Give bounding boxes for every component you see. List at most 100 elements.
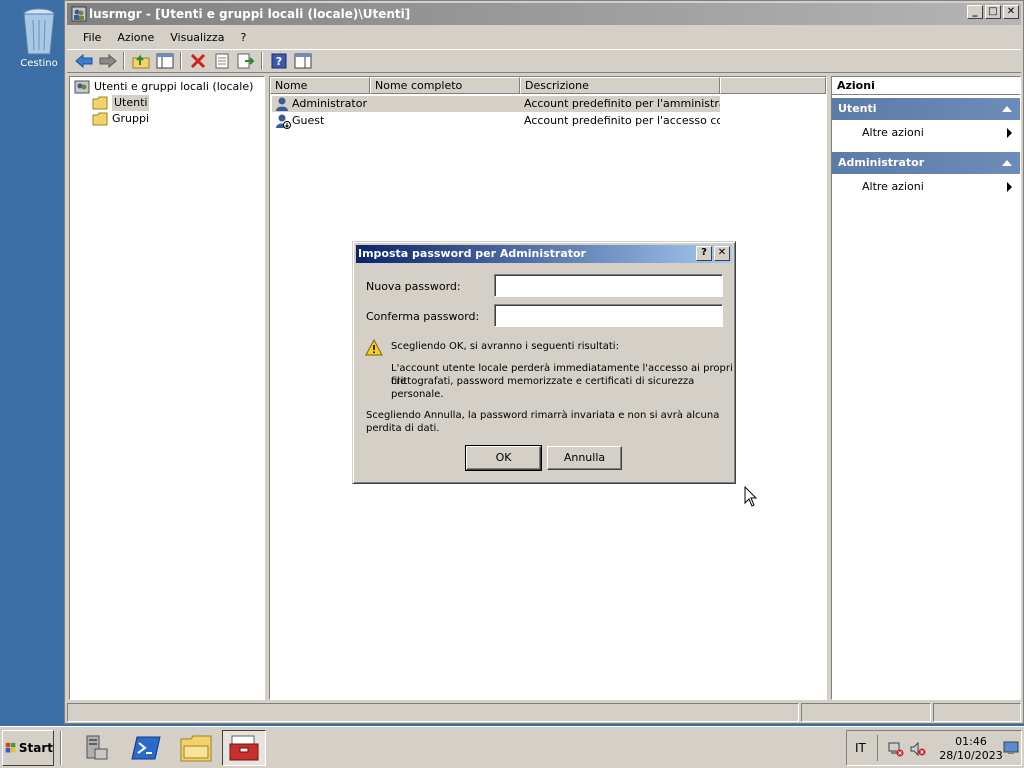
toolbar: ? (67, 49, 1021, 73)
table-row[interactable]: Administrator Account predefinito per l'… (272, 96, 720, 112)
properties-button[interactable] (211, 51, 232, 71)
show-hide-action-pane-button[interactable] (292, 51, 313, 71)
export-list-button[interactable] (235, 51, 256, 71)
tree-root[interactable]: Utenti e gruppi locali (locale) (74, 79, 253, 95)
show-hide-tree-icon (156, 53, 173, 69)
forward-button[interactable] (97, 51, 118, 71)
menu-file[interactable]: File (75, 31, 109, 44)
language-indicator[interactable]: IT (855, 741, 866, 755)
column-header-nome[interactable]: Nome (270, 77, 370, 94)
new-password-label: Nuova password: (366, 280, 461, 293)
tree-item-utenti[interactable]: Utenti (92, 95, 150, 111)
explorer-folder-icon (180, 735, 212, 762)
svg-text:?: ? (275, 55, 281, 68)
folder-icon (92, 112, 108, 126)
cell-descrizione: Account predefinito per l'accesso co... (524, 114, 720, 127)
taskbar-server-manager[interactable] (74, 730, 118, 766)
actions-pane: Azioni Utenti Altre azioni Administrator… (831, 76, 1021, 700)
dialog-title: Imposta password per Administrator (358, 247, 586, 260)
dialog-titlebar[interactable]: Imposta password per Administrator ? ✕ (356, 245, 732, 263)
up-level-button[interactable] (130, 51, 151, 71)
recycle-bin-label: Cestino (20, 58, 58, 69)
forward-arrow-icon (99, 54, 117, 68)
clock[interactable]: 01:46 28/10/2023 (939, 735, 1003, 763)
toolbar-separator (180, 52, 182, 70)
properties-icon (215, 53, 228, 69)
user-disabled-icon (276, 114, 291, 129)
taskbar-lusrmgr[interactable] (222, 730, 266, 766)
powershell-icon (131, 736, 161, 760)
taskbar-explorer[interactable] (174, 730, 218, 766)
show-hide-action-pane-icon (294, 53, 311, 69)
actions-title: Azioni (832, 77, 1020, 95)
altre-azioni-label: Altre azioni (862, 126, 924, 139)
cell-nome: Guest (292, 114, 325, 127)
cell-nome: Administrator (292, 97, 367, 110)
up-folder-icon (132, 54, 149, 69)
users-groups-icon (74, 80, 90, 94)
taskbar-separator (60, 731, 62, 765)
help-icon: ? (271, 53, 286, 69)
recycle-bin-shortcut[interactable]: Cestino (10, 6, 68, 69)
minimize-button[interactable]: _ (967, 5, 983, 19)
tree-item-gruppi[interactable]: Gruppi (92, 111, 149, 127)
column-header-descrizione[interactable]: Descrizione (520, 77, 720, 94)
altre-azioni-administrator[interactable]: Altre azioni (832, 177, 1020, 197)
table-row[interactable]: Guest Account predefinito per l'accesso … (272, 113, 720, 129)
warning-heading: Scegliendo OK, si avranno i seguenti ris… (391, 341, 619, 352)
delete-button[interactable] (187, 51, 208, 71)
cancel-note-line-2: perdita di dati. (366, 423, 440, 434)
warning-line-2: crittografati, password memorizzate e ce… (391, 376, 695, 400)
show-desktop-icon[interactable] (1003, 741, 1019, 755)
help-button[interactable]: ? (268, 51, 289, 71)
lusrmgr-toolbox-icon (229, 735, 259, 761)
maximize-button[interactable]: □ (985, 5, 1001, 19)
system-tray: IT 01:46 28/10/2023 (846, 730, 1022, 766)
start-label: Start (18, 741, 53, 755)
new-password-field[interactable] (494, 274, 723, 297)
tree-root-label: Utenti e gruppi locali (locale) (94, 80, 254, 93)
dialog-help-button[interactable]: ? (696, 246, 712, 261)
status-cell (801, 703, 931, 722)
cancel-button[interactable]: Annulla (547, 446, 622, 470)
clock-date: 28/10/2023 (939, 749, 1003, 762)
action-group-administrator[interactable]: Administrator (832, 152, 1020, 174)
cell-descrizione: Account predefinito per l'amministraz... (524, 97, 720, 110)
close-button[interactable]: ✕ (1003, 5, 1019, 19)
status-cell (933, 703, 1021, 722)
taskbar-powershell[interactable] (124, 730, 168, 766)
confirm-password-field[interactable] (494, 304, 723, 327)
back-button[interactable] (73, 51, 94, 71)
clock-time: 01:46 (955, 735, 987, 748)
menu-azione[interactable]: Azione (109, 31, 162, 44)
back-arrow-icon (74, 54, 92, 68)
export-list-icon (237, 53, 254, 69)
column-header-empty (720, 77, 826, 94)
tree-item-gruppi-label: Gruppi (112, 112, 150, 125)
set-password-dialog: Imposta password per Administrator ? ✕ N… (352, 241, 736, 484)
window-titlebar[interactable]: lusrmgr - [Utenti e gruppi locali (local… (67, 3, 1021, 25)
show-hide-tree-button[interactable] (154, 51, 175, 71)
menu-visualizza[interactable]: Visualizza (162, 31, 232, 44)
submenu-arrow-icon (1007, 182, 1012, 192)
collapse-icon (1002, 106, 1012, 112)
column-header-nome-completo[interactable]: Nome completo (370, 77, 520, 94)
dialog-close-button[interactable]: ✕ (714, 246, 730, 261)
volume-muted-icon[interactable] (909, 741, 927, 757)
start-button[interactable]: Start (2, 730, 54, 766)
window-title: lusrmgr - [Utenti e gruppi locali (local… (89, 7, 411, 21)
action-group-utenti[interactable]: Utenti (832, 98, 1020, 120)
mouse-cursor-icon (744, 486, 758, 507)
network-disconnected-icon[interactable] (887, 741, 905, 757)
tray-separator (877, 735, 878, 761)
toolbar-separator (261, 52, 263, 70)
taskbar: Start IT 01:46 28/10/2023 (0, 726, 1024, 768)
altre-azioni-label: Altre azioni (862, 180, 924, 193)
menu-help[interactable]: ? (232, 31, 254, 44)
windows-logo-icon (5, 742, 16, 753)
action-group-utenti-label: Utenti (838, 102, 877, 115)
confirm-password-label: Conferma password: (366, 310, 480, 323)
altre-azioni-utenti[interactable]: Altre azioni (832, 123, 1020, 143)
ok-button[interactable]: OK (465, 445, 542, 471)
status-bar (67, 703, 1021, 722)
